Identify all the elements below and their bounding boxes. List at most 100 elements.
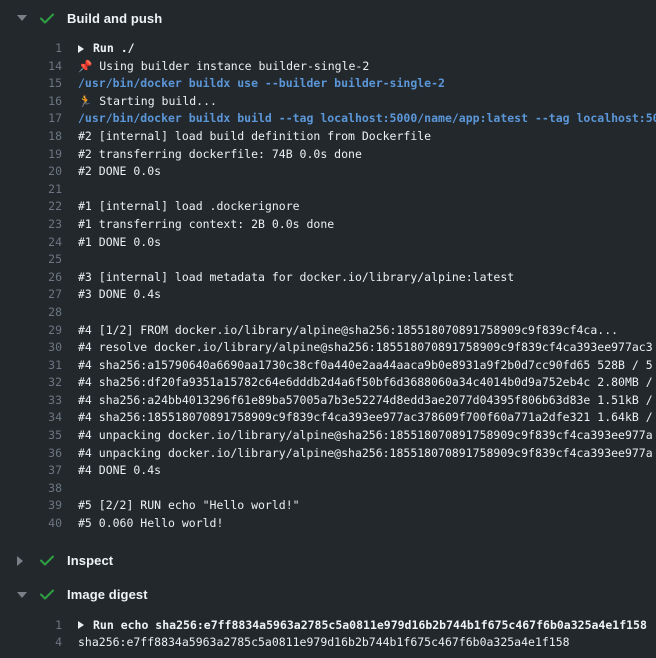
line-number[interactable]: 1 (0, 40, 62, 58)
log-line: 26 #3 [internal] load metadata for docker… (0, 269, 656, 287)
line-number[interactable]: 32 (0, 374, 62, 392)
disclosure-triangle (17, 556, 23, 566)
success-check-icon (40, 589, 54, 600)
line-number[interactable]: 4 (0, 634, 62, 652)
log-section-header-image-digest[interactable]: Image digest (0, 583, 656, 607)
log-text: #4 unpacking docker.io/library/alpine@sh… (78, 427, 653, 445)
chevron-down-icon (17, 15, 29, 21)
line-number[interactable]: 25 (0, 251, 62, 269)
log-text: #2 DONE 0.0s (78, 163, 161, 181)
line-number[interactable]: 23 (0, 216, 62, 234)
log-text-content: #4 resolve docker.io/library/alpine@sha2… (78, 339, 653, 357)
actions-log-viewer: Build and push 1 Run ./14📌 Using builder i… (0, 6, 656, 656)
log-line: 33 #4 sha256:a24bb4013296f61e89ba57005a7b… (0, 392, 656, 410)
line-number[interactable]: 37 (0, 462, 62, 480)
line-number[interactable]: 15 (0, 75, 62, 93)
log-text-content: #4 [1/2] FROM docker.io/library/alpine@s… (78, 322, 618, 340)
log-text: #4 sha256:a15790640a6690aa1730c38cf0a440… (78, 357, 653, 375)
log-text: sha256:e7ff8834a5963a2785c5a0811e979d16b… (78, 634, 570, 652)
log-text: #5 [2/2] RUN echo "Hello world!" (78, 497, 300, 515)
section-title: Build and push (67, 11, 162, 26)
line-number[interactable]: 30 (0, 339, 62, 357)
success-check-icon (40, 555, 54, 566)
log-line: 27 #3 DONE 0.4s (0, 286, 656, 304)
log-text: 🏃 Starting build... (78, 93, 217, 111)
log-text-content: 🏃 Starting build... (78, 93, 217, 111)
log-line: 34 #4 sha256:185518070891758909c9f839cf4c… (0, 409, 656, 427)
line-number[interactable]: 16 (0, 93, 62, 111)
log-line: 35 #4 unpacking docker.io/library/alpine@… (0, 427, 656, 445)
line-number[interactable]: 33 (0, 392, 62, 410)
log-line: 37#4 DONE 0.4s (0, 462, 656, 480)
log-text: #4 sha256:df20fa9351a15782c64e6dddb2d4a6… (78, 374, 653, 392)
line-number[interactable]: 39 (0, 497, 62, 515)
log-text: #4 [1/2] FROM docker.io/library/alpine@s… (78, 322, 618, 340)
run-group-toggle[interactable]: Run ./ (78, 40, 135, 58)
log-line: 16 🏃 Starting build... (0, 93, 656, 111)
log-line: 14📌 Using builder instance builder-singl… (0, 58, 656, 76)
line-number[interactable]: 1 (0, 617, 62, 635)
line-number[interactable]: 36 (0, 445, 62, 463)
log-text: #4 sha256:a24bb4013296f61e89ba57005a7b3e… (78, 392, 653, 410)
line-number[interactable]: 22 (0, 198, 62, 216)
log-text-content: #2 [internal] load build definition from… (78, 128, 431, 146)
line-number[interactable]: 14 (0, 58, 62, 76)
line-number[interactable]: 35 (0, 427, 62, 445)
line-number[interactable]: 24 (0, 234, 62, 252)
line-number[interactable]: 27 (0, 286, 62, 304)
line-number[interactable]: 19 (0, 146, 62, 164)
log-line: 1 Run ./ (0, 40, 656, 58)
log-text-content: #4 sha256:a15790640a6690aa1730c38cf0a440… (78, 357, 653, 375)
log-text-content: Run ./ (93, 40, 135, 58)
log-text-content: #4 sha256:185518070891758909c9f839cf4ca3… (78, 409, 653, 427)
log-text: #3 [internal] load metadata for docker.i… (78, 269, 514, 287)
log-text-content: #4 unpacking docker.io/library/alpine@sh… (78, 445, 653, 463)
log-text: #4 unpacking docker.io/library/alpine@sh… (78, 445, 653, 463)
line-number[interactable]: 26 (0, 269, 62, 287)
section-title: Image digest (67, 587, 148, 602)
log-text: #1 DONE 0.0s (78, 234, 161, 252)
log-line: 32 #4 sha256:df20fa9351a15782c64e6dddb2d4… (0, 374, 656, 392)
success-check-icon (40, 13, 54, 24)
log-text-content: #4 unpacking docker.io/library/alpine@sh… (78, 427, 653, 445)
log-section-header-inspect[interactable]: Inspect (0, 549, 656, 573)
log-text-content: #1 DONE 0.0s (78, 234, 161, 252)
log-text-content: #3 [internal] load metadata for docker.i… (78, 269, 514, 287)
line-number[interactable]: 31 (0, 357, 62, 375)
line-number[interactable]: 28 (0, 304, 62, 322)
log-text-content: #4 sha256:df20fa9351a15782c64e6dddb2d4a6… (78, 374, 653, 392)
log-line: 31 #4 sha256:a15790640a6690aa1730c38cf0a4… (0, 357, 656, 375)
log-line: 18 #2 [internal] load build definition fr… (0, 128, 656, 146)
log-text-content: #1 transferring context: 2B 0.0s done (78, 216, 334, 234)
line-number[interactable]: 17 (0, 110, 62, 128)
line-number[interactable]: 34 (0, 409, 62, 427)
log-section-header-build-and-push[interactable]: Build and push (0, 6, 656, 30)
line-number[interactable]: 21 (0, 181, 62, 199)
line-number[interactable]: 40 (0, 515, 62, 533)
log-line: 23 #1 transferring context: 2B 0.0s done (0, 216, 656, 234)
log-line: 39 #5 [2/2] RUN echo "Hello world!" (0, 497, 656, 515)
run-group-toggle[interactable]: Run echo sha256:e7ff8834a5963a2785c5a081… (78, 617, 647, 635)
log-section-body-build-and-push: 1 Run ./14📌 Using builder instance builde… (0, 30, 656, 537)
line-number[interactable]: 18 (0, 128, 62, 146)
disclosure-triangle (17, 15, 27, 21)
log-text: #3 DONE 0.4s (78, 286, 161, 304)
log-text-content: #2 DONE 0.0s (78, 163, 161, 181)
log-line: 28 (0, 304, 656, 322)
section-title: Inspect (67, 553, 113, 568)
line-number[interactable]: 20 (0, 163, 62, 181)
line-number[interactable]: 29 (0, 322, 62, 340)
log-text: #5 0.060 Hello world! (78, 515, 223, 533)
disclosure-triangle (17, 592, 27, 598)
log-line: 19#2 transferring dockerfile: 74B 0.0s d… (0, 146, 656, 164)
log-text: /usr/bin/docker buildx build --tag local… (78, 110, 656, 128)
log-text-content: sha256:e7ff8834a5963a2785c5a0811e979d16b… (78, 634, 570, 652)
line-number[interactable]: 38 (0, 480, 62, 498)
log-line: 20 #2 DONE 0.0s (0, 163, 656, 181)
log-line: 25 (0, 251, 656, 269)
log-text-content: #5 0.060 Hello world! (78, 515, 223, 533)
chevron-down-icon (17, 592, 29, 598)
run-group-toggle-icon (78, 45, 84, 53)
log-text-content: Run echo sha256:e7ff8834a5963a2785c5a081… (93, 617, 647, 635)
log-text-content: #5 [2/2] RUN echo "Hello world!" (78, 497, 300, 515)
